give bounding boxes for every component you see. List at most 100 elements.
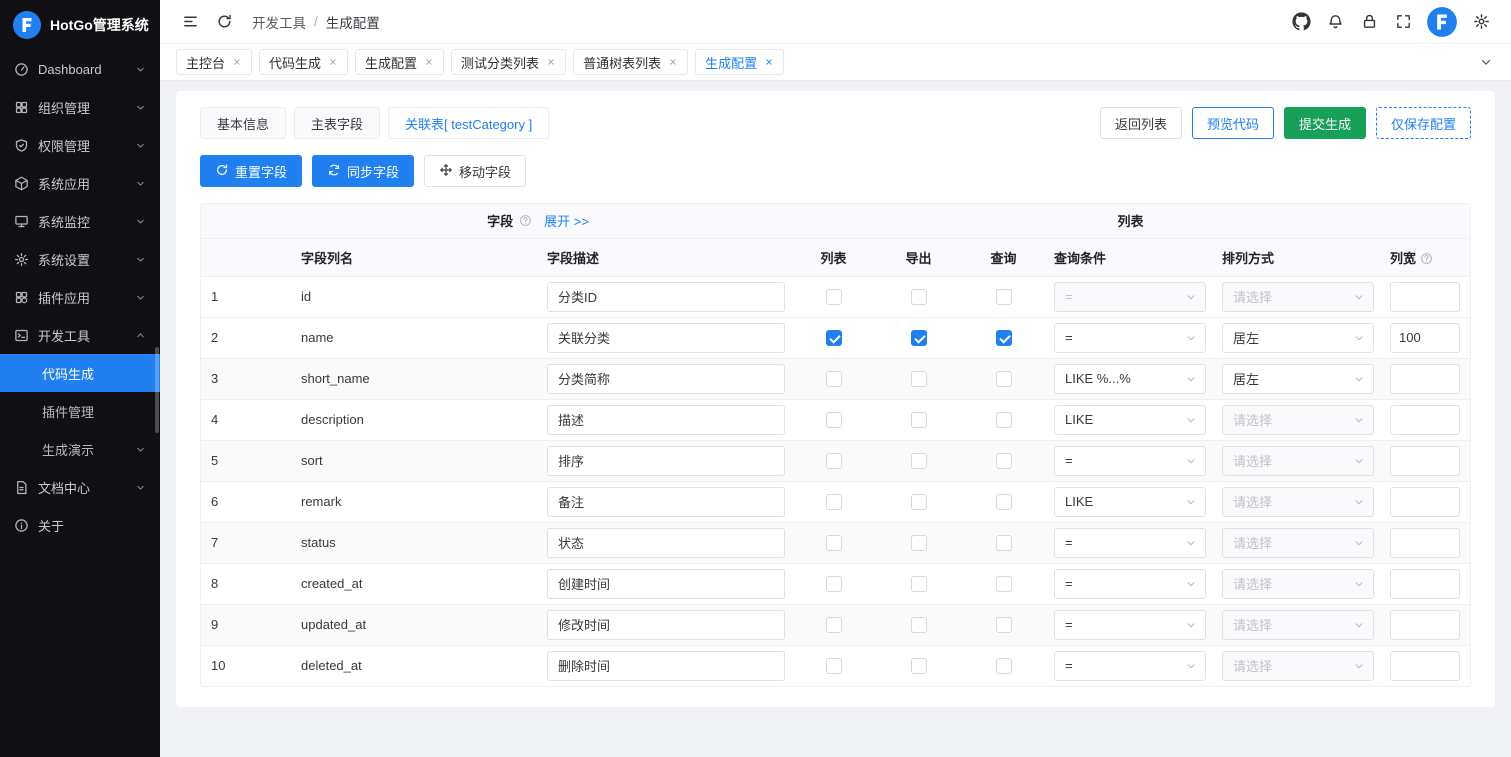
field-desc-input[interactable] [547, 323, 785, 353]
column-width-input[interactable] [1390, 282, 1460, 312]
field-desc-input[interactable] [547, 651, 785, 681]
query-checkbox[interactable] [996, 576, 1012, 592]
export-checkbox[interactable] [911, 617, 927, 633]
list-checkbox[interactable] [826, 494, 842, 510]
query-checkbox[interactable] [996, 289, 1012, 305]
query-checkbox[interactable] [996, 658, 1012, 674]
app-logo[interactable]: HotGo管理系统 [0, 0, 160, 50]
help-icon[interactable] [519, 214, 532, 227]
field-desc-input[interactable] [547, 446, 785, 476]
export-checkbox[interactable] [911, 535, 927, 551]
sidebar-item-dashboard[interactable]: Dashboard [0, 50, 160, 88]
query-condition-select[interactable]: LIKE %...% [1054, 364, 1206, 394]
column-width-input[interactable] [1390, 569, 1460, 599]
help-icon[interactable] [1420, 252, 1433, 265]
sidebar-subitem-plugin-manage[interactable]: 插件管理 [0, 392, 160, 430]
query-condition-select[interactable]: = [1054, 569, 1206, 599]
list-checkbox[interactable] [826, 330, 842, 346]
list-checkbox[interactable] [826, 658, 842, 674]
close-tab-icon[interactable] [424, 57, 434, 67]
notification-bell-icon[interactable] [1319, 6, 1351, 38]
move-fields-button[interactable]: 移动字段 [424, 155, 526, 187]
query-condition-select[interactable]: = [1054, 323, 1206, 353]
tab-relation-table[interactable]: 关联表[ testCategory ] [388, 107, 549, 139]
close-tab-icon[interactable] [764, 57, 774, 67]
field-desc-input[interactable] [547, 487, 785, 517]
query-checkbox[interactable] [996, 535, 1012, 551]
query-condition-select[interactable]: = [1054, 610, 1206, 640]
column-width-input[interactable] [1390, 446, 1460, 476]
lock-screen-icon[interactable] [1353, 6, 1385, 38]
query-condition-select[interactable]: = [1054, 528, 1206, 558]
open-tab[interactable]: 普通树表列表 [573, 49, 688, 75]
query-checkbox[interactable] [996, 494, 1012, 510]
sidebar-item-plugin-app[interactable]: 插件应用 [0, 278, 160, 316]
close-tab-icon[interactable] [668, 57, 678, 67]
open-tab[interactable]: 生成配置 [355, 49, 444, 75]
column-width-input[interactable] [1390, 487, 1460, 517]
list-checkbox[interactable] [826, 453, 842, 469]
query-checkbox[interactable] [996, 453, 1012, 469]
query-checkbox[interactable] [996, 330, 1012, 346]
query-condition-select[interactable]: = [1054, 446, 1206, 476]
query-condition-select[interactable]: LIKE [1054, 487, 1206, 517]
list-checkbox[interactable] [826, 371, 842, 387]
sidebar-item-doc-center[interactable]: 文档中心 [0, 468, 160, 506]
sidebar-item-auth[interactable]: 权限管理 [0, 126, 160, 164]
settings-gear-icon[interactable] [1465, 6, 1497, 38]
sidebar-subitem-code-gen[interactable]: 代码生成 [0, 354, 160, 392]
sidebar-item-sys-settings[interactable]: 系统设置 [0, 240, 160, 278]
field-desc-input[interactable] [547, 569, 785, 599]
close-tab-icon[interactable] [546, 57, 556, 67]
query-checkbox[interactable] [996, 617, 1012, 633]
scrollbar-thumb[interactable] [155, 347, 159, 433]
field-desc-input[interactable] [547, 364, 785, 394]
field-desc-input[interactable] [547, 610, 785, 640]
sidebar-item-about[interactable]: 关于 [0, 506, 160, 544]
sidebar-item-dev-tools[interactable]: 开发工具 [0, 316, 160, 354]
export-checkbox[interactable] [911, 453, 927, 469]
tabs-dropdown-icon[interactable] [1473, 49, 1499, 75]
open-tab[interactable]: 生成配置 [695, 49, 784, 75]
column-width-input[interactable] [1390, 610, 1460, 640]
export-checkbox[interactable] [911, 289, 927, 305]
field-desc-input[interactable] [547, 282, 785, 312]
reset-fields-button[interactable]: 重置字段 [200, 155, 302, 187]
sidebar-subitem-gen-demo[interactable]: 生成演示 [0, 430, 160, 468]
query-checkbox[interactable] [996, 371, 1012, 387]
align-select[interactable]: 居左 [1222, 323, 1374, 353]
open-tab[interactable]: 代码生成 [259, 49, 348, 75]
list-checkbox[interactable] [826, 412, 842, 428]
user-avatar[interactable] [1427, 7, 1457, 37]
breadcrumb-item[interactable]: 开发工具 [252, 12, 306, 32]
field-desc-input[interactable] [547, 528, 785, 558]
collapse-sidebar-icon[interactable] [174, 6, 206, 38]
query-condition-select[interactable]: = [1054, 651, 1206, 681]
close-tab-icon[interactable] [232, 57, 242, 67]
reload-page-icon[interactable] [208, 6, 240, 38]
list-checkbox[interactable] [826, 535, 842, 551]
list-checkbox[interactable] [826, 289, 842, 305]
export-checkbox[interactable] [911, 330, 927, 346]
fullscreen-icon[interactable] [1387, 6, 1419, 38]
query-condition-select[interactable]: LIKE [1054, 405, 1206, 435]
submit-generate-button[interactable]: 提交生成 [1284, 107, 1366, 139]
align-select[interactable]: 居左 [1222, 364, 1374, 394]
open-tab[interactable]: 主控台 [176, 49, 252, 75]
export-checkbox[interactable] [911, 576, 927, 592]
export-checkbox[interactable] [911, 658, 927, 674]
back-to-list-button[interactable]: 返回列表 [1100, 107, 1182, 139]
query-checkbox[interactable] [996, 412, 1012, 428]
column-width-input[interactable] [1390, 651, 1460, 681]
column-width-input[interactable] [1390, 323, 1460, 353]
save-config-button[interactable]: 仅保存配置 [1376, 107, 1471, 139]
expand-fields-link[interactable]: 展开 >> [544, 211, 589, 230]
preview-code-button[interactable]: 预览代码 [1192, 107, 1274, 139]
column-width-input[interactable] [1390, 528, 1460, 558]
export-checkbox[interactable] [911, 371, 927, 387]
list-checkbox[interactable] [826, 576, 842, 592]
column-width-input[interactable] [1390, 364, 1460, 394]
export-checkbox[interactable] [911, 412, 927, 428]
list-checkbox[interactable] [826, 617, 842, 633]
sync-fields-button[interactable]: 同步字段 [312, 155, 414, 187]
